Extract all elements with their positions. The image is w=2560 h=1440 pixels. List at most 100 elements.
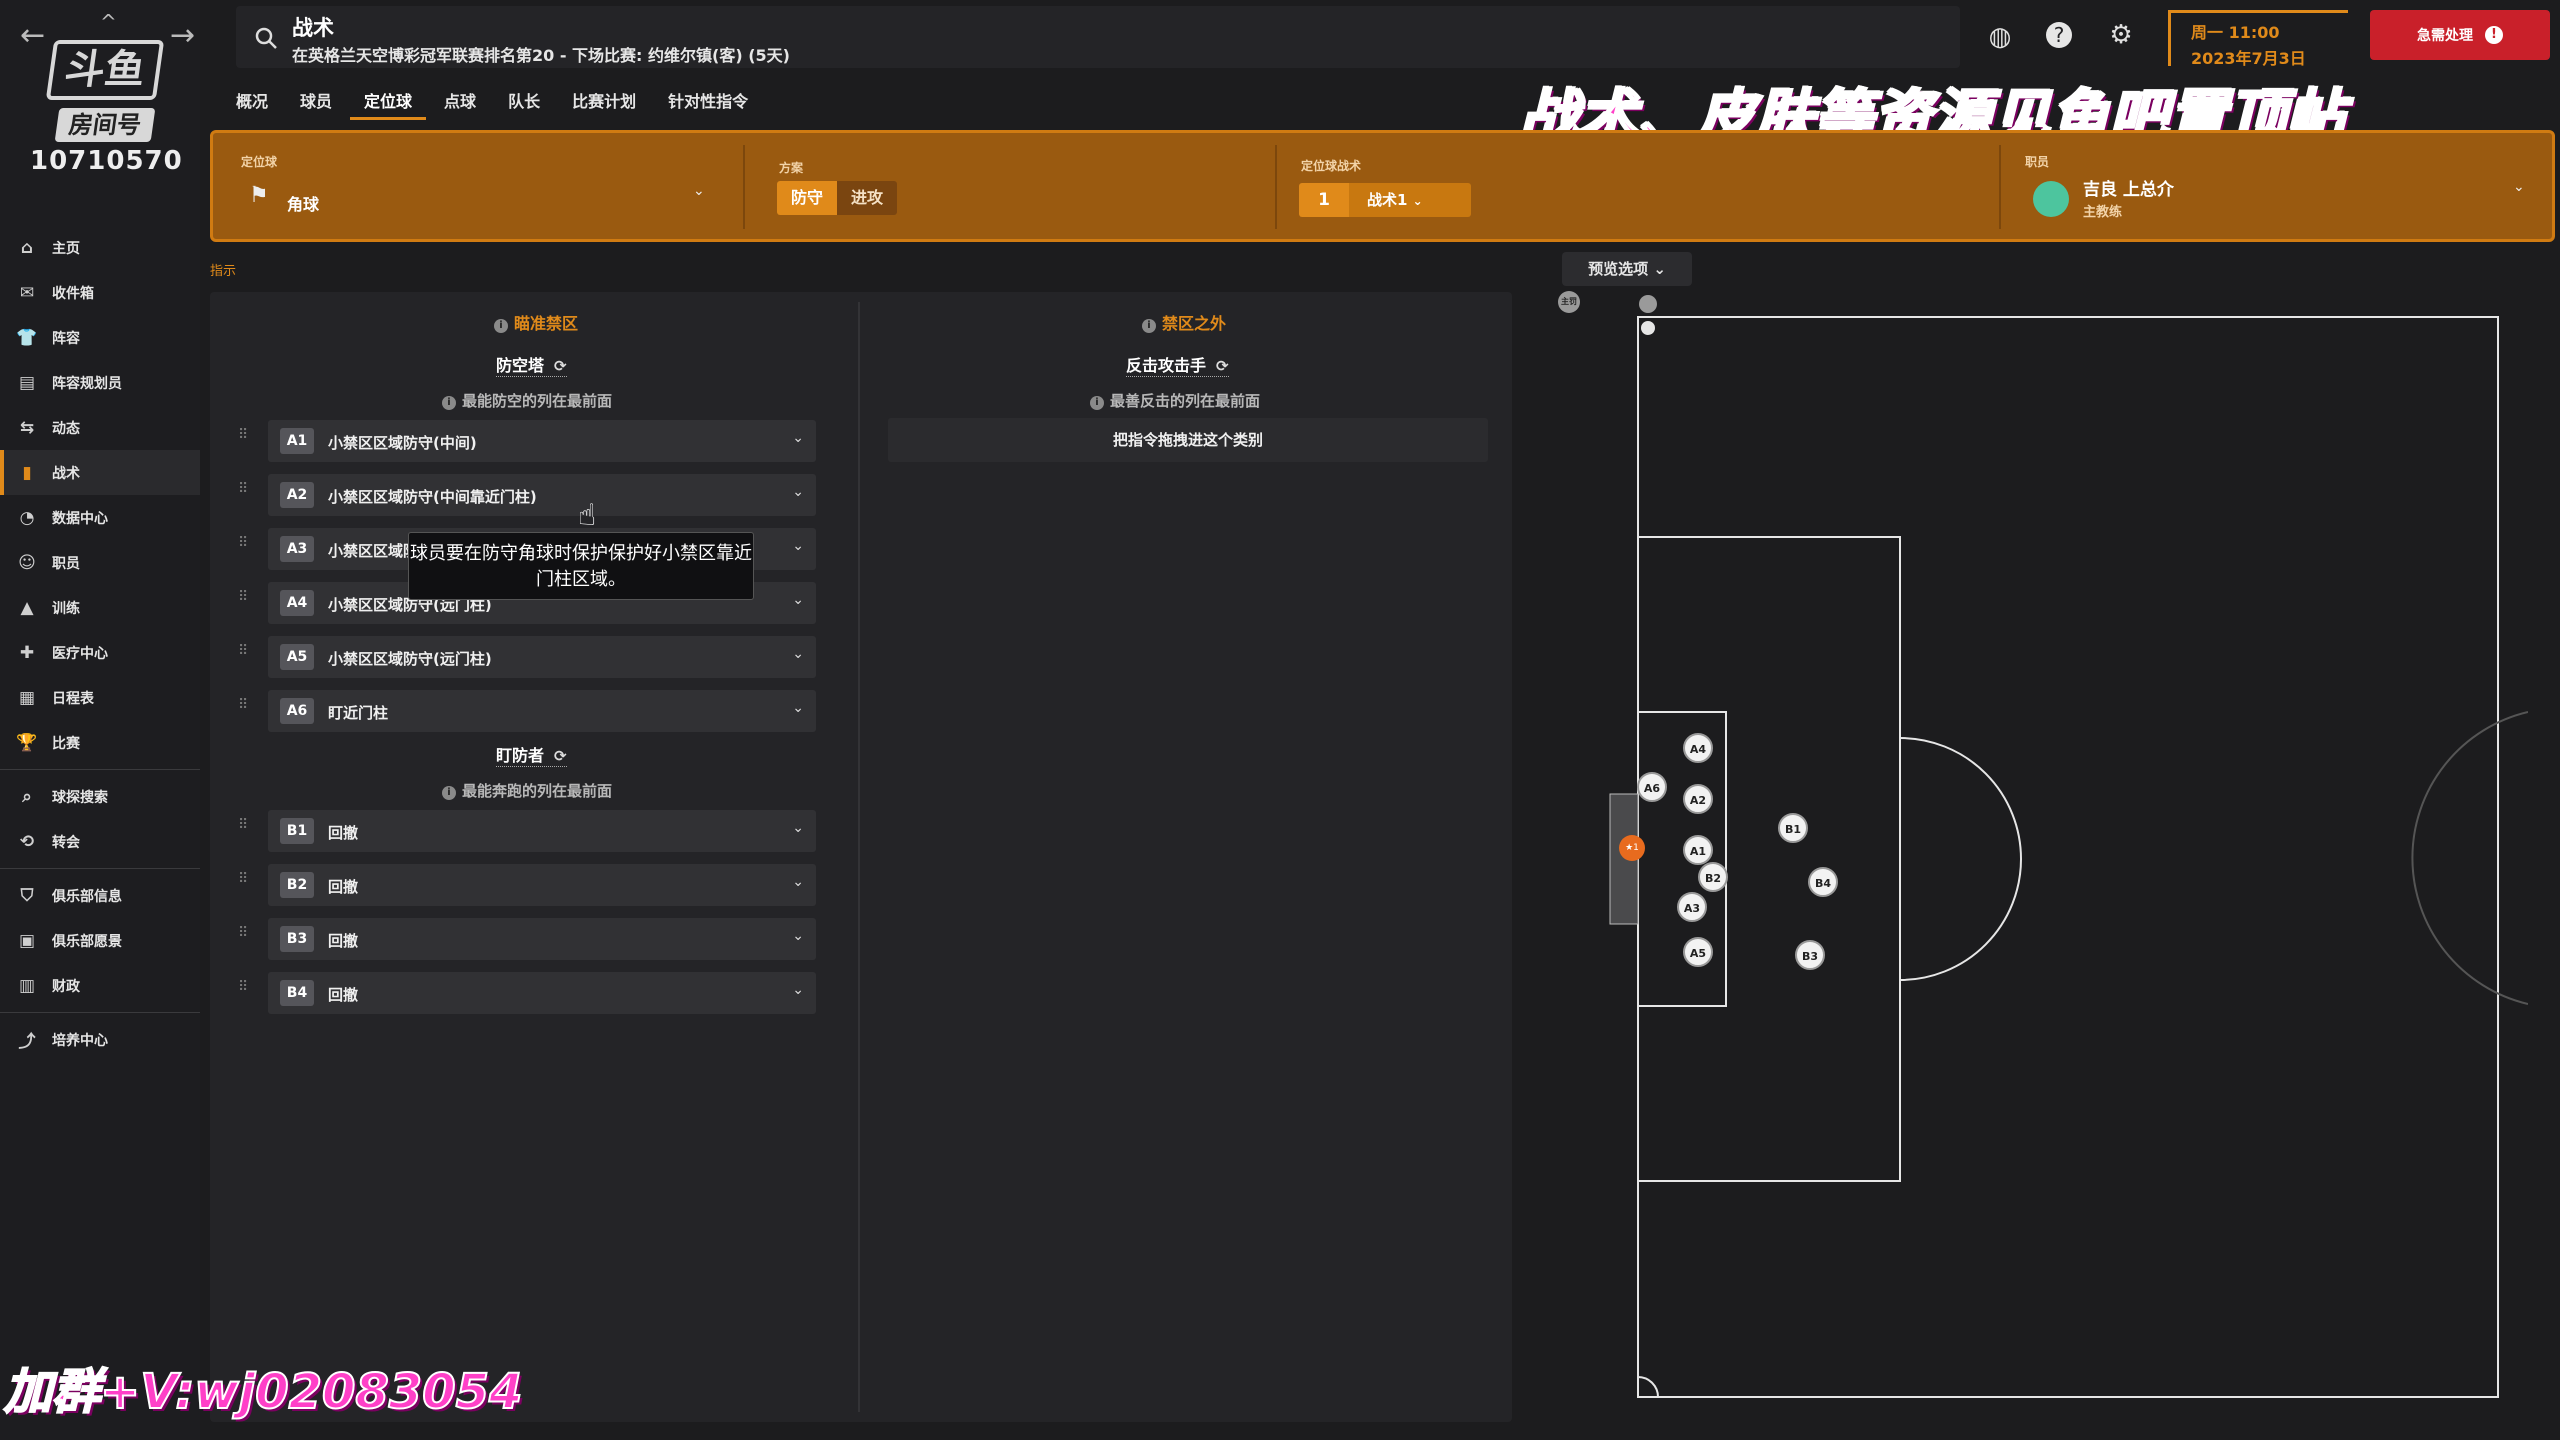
chevron-down-icon[interactable]: ⌄	[792, 538, 804, 554]
chevron-down-icon[interactable]: ⌄	[792, 592, 804, 608]
set-piece-selector[interactable]: 定位球 ⚑ 角球 ⌄	[213, 133, 743, 239]
urgent-action-button[interactable]: 急需处理 !	[2370, 10, 2550, 60]
medical-icon: ✚	[19, 642, 35, 663]
scheme-attack-option[interactable]: 进攻	[837, 181, 898, 215]
position-badge: A4	[280, 590, 314, 616]
chevron-down-icon[interactable]: ⌄	[792, 820, 804, 836]
staff-dropdown-chevron-icon[interactable]: ⌄	[2513, 179, 2525, 195]
instruction-box[interactable]: A1 小禁区区域防守(中间) ⌄	[268, 420, 816, 462]
chevron-down-icon[interactable]: ⌄	[792, 982, 804, 998]
help-icon[interactable]: ?	[2046, 22, 2072, 48]
sidebar-item-3[interactable]: ▤ 阵容规划员	[0, 360, 200, 405]
globe-icon[interactable]: ◍	[1985, 22, 2015, 52]
player-token[interactable]: B1	[1778, 813, 1808, 843]
tab-1[interactable]: 球员	[286, 84, 346, 120]
tab-0[interactable]: 概况	[222, 84, 282, 120]
drag-handle-icon[interactable]: ⠿	[238, 428, 252, 450]
tab-5[interactable]: 比赛计划	[558, 84, 650, 120]
date-time[interactable]: 周一 11:00 2023年7月3日	[2168, 10, 2348, 68]
drag-handle-icon[interactable]: ⠿	[238, 698, 252, 720]
refresh-icon[interactable]: ⟳	[554, 357, 567, 375]
sidebar-item-0[interactable]: ⌂ 主页	[0, 225, 200, 270]
chevron-down-icon[interactable]: ⌄	[792, 700, 804, 716]
instruction-row[interactable]: ⠿ A6 盯近门柱 ⌄	[238, 690, 816, 732]
instruction-box[interactable]: B4 回撤 ⌄	[268, 972, 816, 1014]
instruction-row[interactable]: ⠿ B4 回撤 ⌄	[238, 972, 816, 1014]
refresh-icon[interactable]: ⟳	[554, 747, 567, 765]
sidebar-item-4[interactable]: ⇆ 动态	[0, 405, 200, 450]
instruction-box[interactable]: B3 回撤 ⌄	[268, 918, 816, 960]
scheme-defend-option[interactable]: 防守	[777, 181, 838, 215]
left-column-heading-text: 瞄准禁区	[514, 314, 579, 333]
sidebar-item-14[interactable]: ⛉ 俱乐部信息	[0, 873, 200, 918]
drag-handle-icon[interactable]: ⠿	[238, 926, 252, 948]
drag-handle-icon[interactable]: ⠿	[238, 980, 252, 1002]
staff-icon: ☺	[18, 552, 36, 573]
drag-handle-icon[interactable]: ⠿	[238, 644, 252, 666]
drag-handle-icon[interactable]: ⠿	[238, 482, 252, 504]
sidebar-item-2[interactable]: 👕 阵容	[0, 315, 200, 360]
player-token[interactable]: B4	[1808, 867, 1838, 897]
player-token[interactable]: B3	[1795, 940, 1825, 970]
drag-handle-icon[interactable]: ⠿	[238, 818, 252, 840]
sidebar-item-8[interactable]: ▲ 训练	[0, 585, 200, 630]
player-token[interactable]: A5	[1683, 937, 1713, 967]
tab-2[interactable]: 定位球	[350, 84, 427, 120]
player-token[interactable]: A1	[1683, 835, 1713, 865]
search-icon[interactable]	[254, 26, 278, 50]
player-token[interactable]: A4	[1683, 733, 1713, 763]
preview-options-button[interactable]: 预览选项 ⌄	[1562, 252, 1692, 286]
chevron-down-icon[interactable]: ⌄	[792, 430, 804, 446]
chevron-down-icon[interactable]: ⌄	[792, 874, 804, 890]
instruction-row[interactable]: ⠿ B3 回撤 ⌄	[238, 918, 816, 960]
routine-selector[interactable]: 1 战术1 ⌄	[1299, 183, 1471, 217]
instruction-box[interactable]: A2 小禁区区域防守(中间靠近门柱) ⌄	[268, 474, 816, 516]
player-token[interactable]: A2	[1683, 784, 1713, 814]
group-markers-title[interactable]: 盯防者 ⟳	[496, 742, 567, 767]
sidebar-item-13[interactable]: ⟲ 转会	[0, 819, 200, 864]
player-token[interactable]: A3	[1677, 892, 1707, 922]
column-divider	[858, 302, 860, 1412]
shirt-icon: 👕	[16, 327, 38, 348]
instruction-row[interactable]: ⠿ B1 回撤 ⌄	[238, 810, 816, 852]
sidebar-item-10[interactable]: ▦ 日程表	[0, 675, 200, 720]
drag-handle-icon[interactable]: ⠿	[238, 536, 252, 558]
instruction-row[interactable]: ⠿ A2 小禁区区域防守(中间靠近门柱) ⌄	[238, 474, 816, 516]
instruction-box[interactable]: B1 回撤 ⌄	[268, 810, 816, 852]
drag-handle-icon[interactable]: ⠿	[238, 872, 252, 894]
tab-3[interactable]: 点球	[430, 84, 490, 120]
chevron-down-icon[interactable]: ⌄	[792, 484, 804, 500]
gear-icon[interactable]: ⚙	[2106, 20, 2136, 50]
up-chevron-icon[interactable]: ^	[100, 10, 117, 34]
group-counter-title[interactable]: 反击攻击手 ⟳	[1126, 352, 1229, 377]
chevron-down-icon: ⌄	[693, 183, 705, 199]
sidebar-item-6[interactable]: ◔ 数据中心	[0, 495, 200, 540]
sidebar-item-9[interactable]: ✚ 医疗中心	[0, 630, 200, 675]
player-token[interactable]: B2	[1698, 862, 1728, 892]
sidebar-item-1[interactable]: ✉ 收件箱	[0, 270, 200, 315]
instruction-row[interactable]: ⠿ A1 小禁区区域防守(中间) ⌄	[238, 420, 816, 462]
instruction-row[interactable]: ⠿ A5 小禁区区域防守(远门柱) ⌄	[238, 636, 816, 678]
sidebar-item-5[interactable]: ▮ 战术	[0, 450, 200, 495]
tab-4[interactable]: 队长	[494, 84, 554, 120]
sidebar-item-11[interactable]: 🏆 比赛	[0, 720, 200, 765]
tab-6[interactable]: 针对性指令	[654, 84, 762, 120]
instruction-row[interactable]: ⠿ B2 回撤 ⌄	[238, 864, 816, 906]
chevron-down-icon[interactable]: ⌄	[792, 928, 804, 944]
sidebar-item-12[interactable]: ⌕ 球探搜索	[0, 774, 200, 819]
drag-handle-icon[interactable]: ⠿	[238, 590, 252, 612]
instruction-box[interactable]: B2 回撤 ⌄	[268, 864, 816, 906]
chevron-down-icon[interactable]: ⌄	[792, 646, 804, 662]
refresh-icon[interactable]: ⟳	[1216, 357, 1229, 375]
instruction-box[interactable]: A6 盯近门柱 ⌄	[268, 690, 816, 732]
sidebar-item-15[interactable]: ▣ 俱乐部愿景	[0, 918, 200, 963]
drop-zone[interactable]: 把指令拖拽进这个类别	[888, 418, 1488, 462]
instruction-box[interactable]: A5 小禁区区域防守(远门柱) ⌄	[268, 636, 816, 678]
sidebar-item-7[interactable]: ☺ 职员	[0, 540, 200, 585]
sidebar-item-16[interactable]: ▥ 财政	[0, 963, 200, 1008]
staff-role: 主教练	[2083, 205, 2123, 220]
routine-number: 1	[1299, 183, 1349, 217]
group-aerial-title[interactable]: 防空塔 ⟳	[496, 352, 567, 377]
player-token[interactable]: A6	[1637, 772, 1667, 802]
sidebar-item-17[interactable]: ⤴ 培养中心	[0, 1017, 200, 1062]
